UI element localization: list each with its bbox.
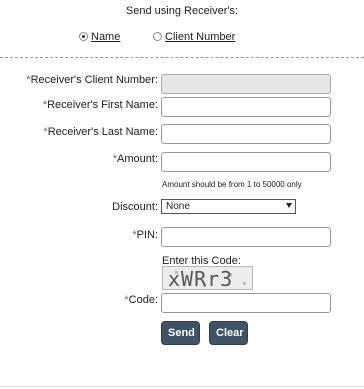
form-title: Send using Receiver's: [125, 5, 239, 17]
chevron-down-icon [286, 203, 292, 208]
radio-client-number[interactable] [153, 32, 162, 41]
client-number-label: *Receiver's Client Number: [26, 74, 158, 86]
radio-client-number-label[interactable]: Client Number [165, 31, 235, 43]
captcha-noise [243, 282, 246, 285]
pin-input[interactable] [161, 227, 331, 247]
discount-selected-value: None [166, 201, 190, 212]
send-mode-radio-group: Name Client Number [0, 30, 364, 46]
captcha-text: xWRr3 [168, 267, 234, 290]
divider [0, 57, 364, 58]
last-name-input[interactable] [161, 124, 331, 144]
first-name-label: *Receiver's First Name: [42, 99, 158, 111]
pin-label: *PIN: [132, 229, 158, 241]
amount-input[interactable] [161, 152, 331, 172]
client-number-input[interactable] [161, 74, 331, 94]
radio-name[interactable] [79, 32, 88, 41]
send-button[interactable]: Send [161, 321, 200, 345]
clear-button[interactable]: Clear [209, 321, 248, 345]
discount-label: Discount: [112, 201, 158, 213]
radio-name-label[interactable]: Name [91, 31, 120, 43]
discount-select[interactable]: None [161, 199, 296, 214]
last-name-label: *Receiver's Last Name: [43, 126, 158, 138]
first-name-input[interactable] [161, 97, 331, 117]
amount-hint: Amount should be from 1 to 50000 only [162, 180, 302, 189]
code-label: *Code: [124, 294, 158, 306]
captcha-image: xWRr3 [162, 266, 253, 290]
amount-label: *Amount: [112, 153, 158, 165]
code-input[interactable] [161, 293, 331, 313]
bottom-divider [0, 386, 364, 387]
